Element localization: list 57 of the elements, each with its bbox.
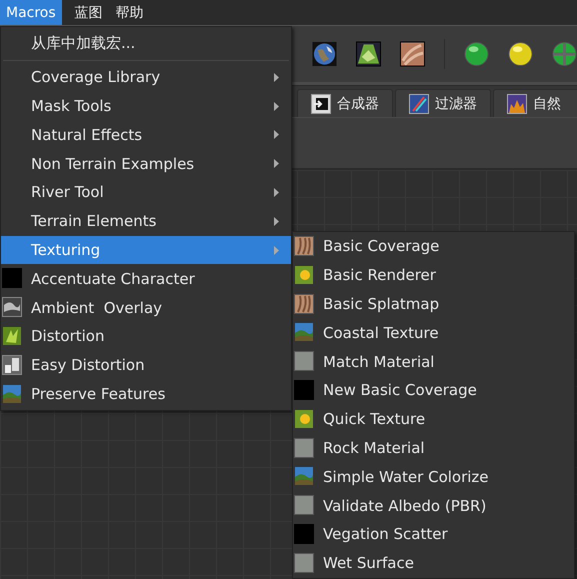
square-icon [294, 524, 314, 544]
square-icon [294, 438, 314, 458]
menu-item[interactable]: Validate Albedo (PBR) [293, 491, 574, 520]
menu-item[interactable]: 帮助 [110, 0, 150, 25]
menu-item[interactable]: Natural Effects [1, 120, 291, 150]
submenu-arrow-icon [274, 246, 279, 255]
menu-item[interactable]: Vegation Scatter [293, 520, 574, 549]
submenu-arrow-icon [274, 102, 279, 111]
globe-icon [312, 41, 337, 67]
tab[interactable]: 合成器 [297, 89, 393, 117]
square-icon [294, 495, 314, 516]
submenu-arrow-icon [274, 159, 279, 168]
menu-item[interactable]: Basic Renderer [293, 260, 574, 290]
submenu-arrow-icon [274, 216, 279, 226]
rock-icon [294, 294, 314, 314]
square-icon [294, 380, 314, 400]
menu-item[interactable]: Simple Water Colorize [293, 462, 574, 492]
menu-item[interactable]: 从库中加载宏... [1, 29, 291, 58]
menu-item[interactable]: Easy Distortion [1, 350, 291, 380]
menu-item[interactable]: Rock Material [293, 434, 574, 462]
square-icon [294, 351, 314, 372]
menu-item[interactable]: Quick Texture [293, 404, 574, 434]
menu-item[interactable]: Wet Surface [293, 548, 574, 578]
tab[interactable]: 过滤器 [395, 89, 491, 117]
submenu-arrow-icon [274, 188, 279, 197]
menu-item[interactable]: Accentuate Character [1, 264, 291, 294]
menu-item[interactable]: Preserve Features [1, 380, 291, 408]
menu-item[interactable]: Mask Tools [1, 92, 291, 120]
menu-item[interactable]: Texturing [1, 236, 291, 264]
menu-item[interactable]: Basic Coverage [293, 232, 574, 261]
menu-item[interactable]: Non Terrain Examples [1, 149, 291, 178]
menu-item[interactable]: New Basic Coverage [293, 376, 574, 405]
menu-item[interactable]: Ambient Overlay [1, 293, 291, 322]
filter-icon [409, 94, 429, 114]
square-icon [2, 268, 22, 288]
menu-item[interactable]: Coverage Library [1, 62, 291, 92]
ball-icon [508, 41, 533, 67]
submenu-arrow-icon [274, 130, 279, 140]
submenu-arrow-icon [274, 72, 279, 82]
terrain-icon [356, 41, 381, 67]
menu-item[interactable]: River Tool [1, 178, 291, 207]
menu-item[interactable]: Basic Splatmap [293, 290, 574, 318]
ball-icon [464, 41, 489, 67]
blocks-icon [2, 354, 22, 375]
clouds-icon [2, 297, 22, 318]
menu-item[interactable]: Terrain Elements [1, 206, 291, 236]
menu-item[interactable]: Match Material [293, 347, 574, 376]
menu-item[interactable]: 蓝图 [68, 0, 109, 25]
square-icon [294, 552, 314, 573]
rock-icon [294, 236, 314, 256]
tab[interactable]: 自然 [493, 89, 577, 117]
combiner-icon [311, 94, 331, 114]
fire-icon [507, 94, 527, 114]
menu-item[interactable]: Macros [0, 0, 62, 25]
menu-item[interactable]: Distortion [1, 322, 291, 351]
menu-item[interactable]: Coastal Texture [293, 318, 574, 348]
rock-icon [400, 41, 425, 67]
